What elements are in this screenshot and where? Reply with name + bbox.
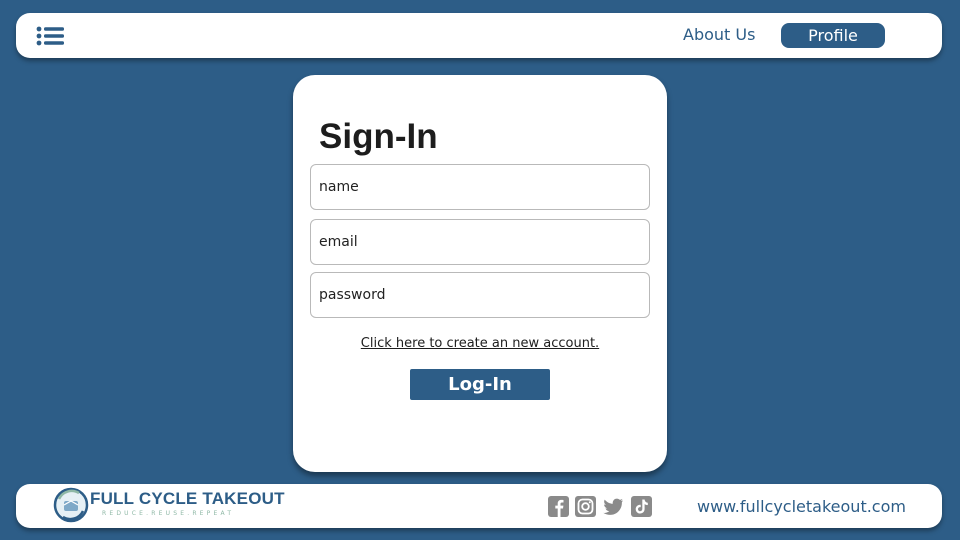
profile-button[interactable]: Profile [781, 23, 885, 48]
brand-logo-icon [53, 487, 89, 523]
instagram-icon[interactable] [575, 496, 596, 517]
signin-card: Sign-In Click here to create an new acco… [293, 75, 667, 472]
email-field[interactable] [310, 219, 650, 265]
footer-bar: FULL CYCLE TAKEOUT REDUCE.REUSE.REPEAT w… [16, 484, 942, 528]
tiktok-icon[interactable] [631, 496, 652, 517]
facebook-icon[interactable] [548, 496, 569, 517]
create-account-link[interactable]: Click here to create an new account. [293, 336, 667, 351]
login-button[interactable]: Log-In [410, 369, 550, 400]
about-us-link[interactable]: About Us [683, 25, 755, 44]
password-field[interactable] [310, 272, 650, 318]
website-link[interactable]: www.fullcycletakeout.com [697, 497, 906, 516]
twitter-icon[interactable] [603, 496, 624, 517]
brand-name: FULL CYCLE TAKEOUT [90, 489, 285, 508]
menu-list-icon[interactable] [36, 25, 64, 47]
top-nav-bar: About Us Profile [16, 13, 942, 58]
name-field[interactable] [310, 164, 650, 210]
page-title: Sign-In [319, 117, 438, 156]
brand-tagline: REDUCE.REUSE.REPEAT [102, 510, 235, 517]
